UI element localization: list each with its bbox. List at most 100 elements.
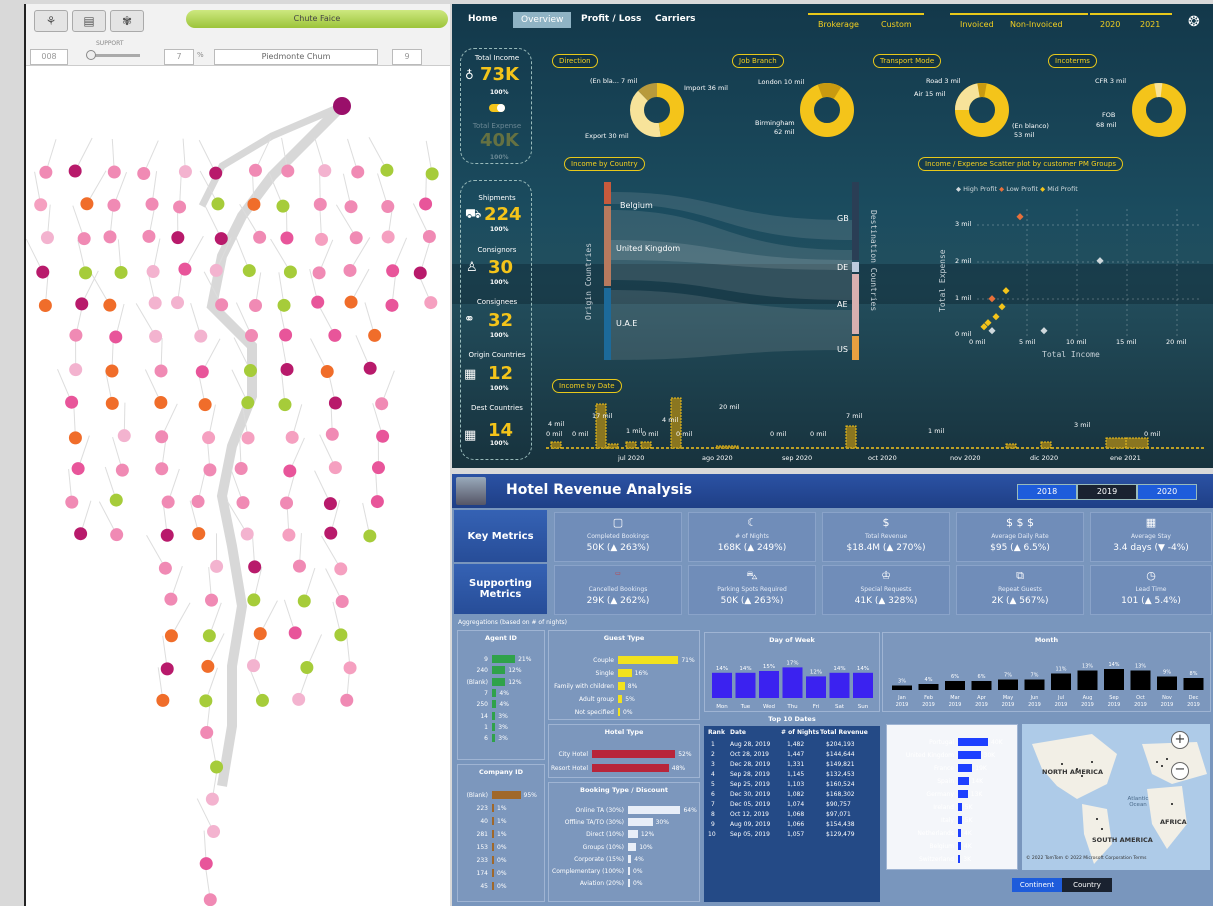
tree-node[interactable] (199, 857, 213, 871)
tree-node[interactable] (279, 328, 293, 342)
tree-node[interactable] (192, 527, 206, 541)
timeline-bar[interactable] (625, 441, 637, 449)
tree-node[interactable] (370, 495, 384, 509)
incoterms-donut[interactable] (1124, 80, 1194, 150)
tree-node[interactable] (376, 429, 390, 443)
tree-node[interactable] (77, 232, 91, 246)
dow-bar[interactable] (782, 667, 803, 698)
agent-bar[interactable] (492, 666, 506, 675)
tree-node[interactable] (280, 362, 294, 376)
tree-node[interactable] (103, 230, 117, 244)
slider-handle[interactable] (86, 50, 96, 60)
tree-node[interactable] (253, 230, 267, 244)
company-bar[interactable] (492, 843, 494, 851)
tree-node[interactable] (292, 559, 306, 573)
tree-node[interactable] (285, 430, 299, 444)
network-icon[interactable]: ✾ (110, 10, 144, 32)
tree-node[interactable] (40, 231, 54, 245)
country-bar[interactable] (958, 842, 961, 850)
tree-layout-icon[interactable]: ⚘ (34, 10, 68, 32)
tree-node[interactable] (368, 328, 382, 342)
company-bar[interactable] (492, 791, 521, 799)
timeline-bar[interactable] (845, 425, 857, 449)
decision-tree-graph[interactable] (26, 66, 450, 906)
month-bar[interactable] (1130, 670, 1151, 691)
tree-node[interactable] (79, 266, 93, 280)
tree-node[interactable] (344, 295, 358, 309)
month-bar[interactable] (1104, 669, 1124, 690)
tree-node[interactable] (211, 197, 225, 211)
month-bar[interactable] (892, 685, 912, 691)
job-branch-donut[interactable] (792, 80, 862, 150)
tree-node[interactable] (242, 264, 256, 278)
agent-bar[interactable] (492, 700, 497, 709)
tree-node[interactable] (36, 265, 50, 279)
tree-node[interactable] (103, 298, 117, 312)
scatter-plot[interactable] (972, 204, 1212, 344)
supporting-metrics-tab[interactable]: Supporting Metrics (454, 564, 547, 614)
booking-bar[interactable] (628, 806, 681, 814)
tree-node[interactable] (375, 397, 389, 411)
tree-node[interactable] (75, 297, 89, 311)
tree-node[interactable] (65, 395, 79, 409)
tree-node[interactable] (200, 726, 214, 740)
tree-node[interactable] (424, 296, 438, 310)
filter-invoiced[interactable]: Invoiced (960, 20, 994, 29)
tree-node[interactable] (281, 164, 295, 178)
tree-node[interactable] (255, 693, 269, 707)
tree-node[interactable] (243, 364, 257, 378)
tree-node[interactable] (145, 197, 159, 211)
guest-bar[interactable] (618, 656, 679, 664)
tree-node[interactable] (234, 461, 248, 475)
tree-node[interactable] (39, 165, 53, 179)
tree-node[interactable] (202, 629, 216, 643)
tree-node[interactable] (324, 526, 338, 540)
tree-node[interactable] (209, 263, 223, 277)
tree-node[interactable] (380, 163, 394, 177)
nav-home[interactable]: Home (468, 14, 497, 24)
tree-node[interactable] (107, 165, 121, 179)
tree-node[interactable] (160, 662, 174, 676)
tree-node[interactable] (288, 626, 302, 640)
top10-header[interactable]: # of Nights (781, 729, 819, 736)
tree-node[interactable] (241, 431, 255, 445)
tree-node[interactable] (71, 462, 85, 476)
tree-node[interactable] (241, 396, 255, 410)
tab-continent[interactable]: Continent (1012, 878, 1062, 892)
tree-node[interactable] (320, 365, 334, 379)
tree-node[interactable] (210, 559, 224, 573)
key-metrics-tab[interactable]: Key Metrics (454, 510, 547, 562)
tree-node[interactable] (68, 164, 82, 178)
tree-node[interactable] (240, 527, 254, 541)
measure-select[interactable]: Piedmonte Chum (214, 49, 378, 65)
tree-node[interactable] (425, 167, 439, 181)
tree-node[interactable] (282, 528, 296, 542)
map-zoom-out-icon[interactable]: − (1171, 762, 1189, 780)
tree-node[interactable] (205, 593, 219, 607)
month-bar[interactable] (945, 681, 965, 690)
country-bar[interactable] (958, 816, 962, 824)
timeline-bar[interactable] (550, 441, 562, 449)
tree-node[interactable] (328, 461, 342, 475)
tree-node[interactable] (110, 528, 124, 542)
tree-node[interactable] (363, 529, 377, 543)
tree-node[interactable] (195, 365, 209, 379)
agent-bar[interactable] (492, 677, 506, 686)
tree-node[interactable] (419, 197, 433, 211)
booking-bar[interactable] (628, 854, 632, 863)
tree-node[interactable] (148, 296, 162, 310)
tree-node[interactable] (283, 265, 297, 279)
tree-node[interactable] (344, 200, 358, 214)
tree-node[interactable] (178, 262, 192, 276)
tree-node[interactable] (205, 792, 219, 806)
timeline-bar[interactable] (1040, 441, 1052, 449)
world-map[interactable]: NORTH AMERICA SOUTH AMERICA AFRICA Atlan… (1022, 724, 1210, 870)
tree-node[interactable] (277, 298, 291, 312)
month-bar[interactable] (918, 684, 939, 690)
company-bar[interactable] (492, 830, 494, 838)
tree-node[interactable] (137, 167, 151, 181)
tree-node[interactable] (248, 560, 262, 574)
film-icon[interactable]: ▤ (72, 10, 106, 32)
timeline-bar[interactable] (1105, 437, 1129, 449)
tree-node[interactable] (385, 298, 399, 312)
